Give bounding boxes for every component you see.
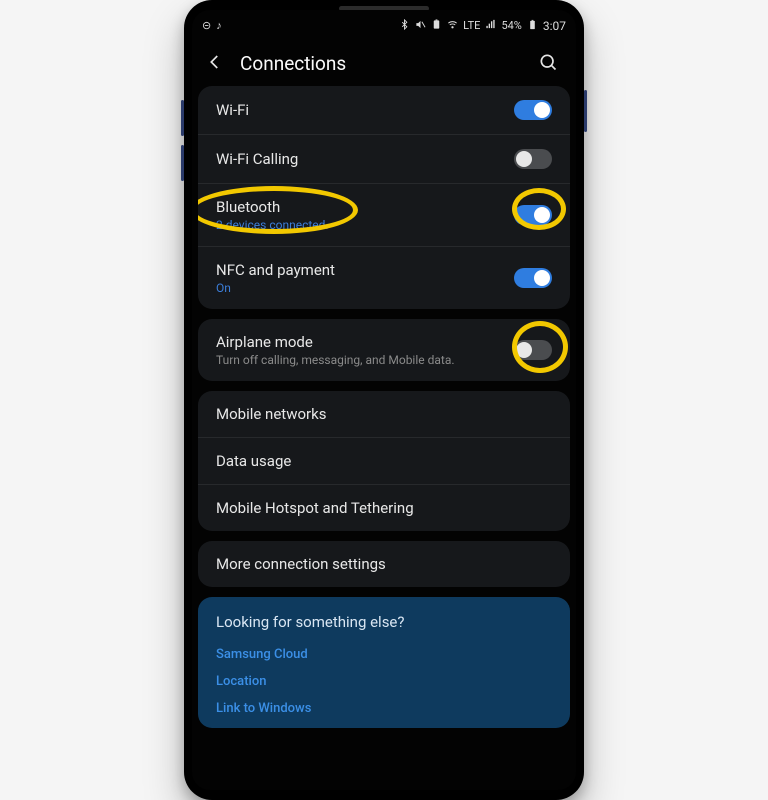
nfc-toggle[interactable] (514, 268, 552, 288)
screen: ⊝ ♪ LTE 54% (192, 10, 576, 790)
music-note-icon: ♪ (216, 19, 222, 32)
airplane-label: Airplane mode (216, 333, 455, 351)
bluetooth-sub: 2 devices connected. (216, 218, 329, 232)
airplane-sub: Turn off calling, messaging, and Mobile … (216, 353, 455, 367)
suggestion-link-samsung-cloud[interactable]: Samsung Cloud (216, 641, 552, 668)
suggestion-link-windows[interactable]: Link to Windows (216, 695, 552, 722)
nfc-label: NFC and payment (216, 261, 335, 279)
header: Connections (192, 38, 576, 86)
row-wifi-calling[interactable]: Wi-Fi Calling (198, 134, 570, 183)
row-bluetooth[interactable]: Bluetooth 2 devices connected. (198, 183, 570, 246)
row-wifi[interactable]: Wi-Fi (198, 86, 570, 134)
hotspot-label: Mobile Hotspot and Tethering (216, 499, 414, 517)
power-button-edge (584, 90, 587, 132)
row-data-usage[interactable]: Data usage (198, 437, 570, 484)
connections-card-2: Airplane mode Turn off calling, messagin… (198, 319, 570, 381)
back-button[interactable] (206, 53, 224, 75)
search-button[interactable] (538, 52, 558, 76)
battery-percent: 54% (501, 19, 521, 32)
data-usage-label: Data usage (216, 452, 291, 470)
row-nfc[interactable]: NFC and payment On (198, 246, 570, 309)
battery-icon (527, 19, 538, 33)
wifi-icon (447, 19, 458, 33)
bluetooth-label: Bluetooth (216, 198, 329, 216)
airplane-toggle[interactable] (514, 340, 552, 360)
page-title: Connections (240, 52, 522, 75)
connections-card-1: Wi-Fi Wi-Fi Calling Bluetooth 2 devices … (198, 86, 570, 309)
volume-up-edge (181, 100, 184, 136)
phone-frame: ⊝ ♪ LTE 54% (184, 0, 584, 800)
power-saver-icon (431, 19, 442, 33)
network-type: LTE (463, 19, 480, 32)
dnd-icon: ⊝ (202, 19, 211, 32)
suggestion-card: Looking for something else? Samsung Clou… (198, 597, 570, 728)
nfc-sub: On (216, 281, 335, 295)
settings-content[interactable]: Wi-Fi Wi-Fi Calling Bluetooth 2 devices … (192, 86, 576, 790)
signal-icon (485, 19, 496, 33)
connections-card-3: Mobile networks Data usage Mobile Hotspo… (198, 391, 570, 531)
mobile-networks-label: Mobile networks (216, 405, 326, 423)
wifi-calling-label: Wi-Fi Calling (216, 150, 298, 168)
row-airplane[interactable]: Airplane mode Turn off calling, messagin… (198, 319, 570, 381)
clock: 3:07 (543, 19, 566, 33)
mute-icon (415, 19, 426, 33)
wifi-label: Wi-Fi (216, 101, 249, 119)
connections-card-4: More connection settings (198, 541, 570, 587)
volume-down-edge (181, 145, 184, 181)
row-more-settings[interactable]: More connection settings (198, 541, 570, 587)
more-settings-label: More connection settings (216, 555, 386, 573)
row-mobile-networks[interactable]: Mobile networks (198, 391, 570, 437)
status-bar: ⊝ ♪ LTE 54% (192, 14, 576, 38)
wifi-toggle[interactable] (514, 100, 552, 120)
suggestion-link-location[interactable]: Location (216, 668, 552, 695)
bluetooth-toggle[interactable] (514, 205, 552, 225)
bluetooth-icon (399, 19, 410, 33)
suggestion-title: Looking for something else? (216, 613, 552, 631)
row-hotspot[interactable]: Mobile Hotspot and Tethering (198, 484, 570, 531)
wifi-calling-toggle[interactable] (514, 149, 552, 169)
